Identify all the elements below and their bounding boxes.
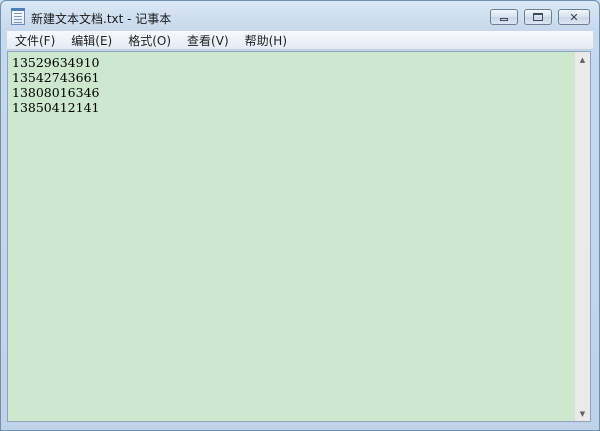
minimize-button[interactable] — [490, 9, 518, 25]
notepad-icon[interactable] — [11, 8, 25, 25]
text-line: 13542743661 — [12, 70, 100, 85]
arrow-up-icon: ▲ — [579, 55, 586, 64]
arrow-down-icon: ▼ — [579, 409, 586, 418]
menu-edit[interactable]: 编辑(E) — [63, 32, 120, 49]
title-bar[interactable]: 新建文本文档.txt - 记事本 ✕ — [1, 1, 599, 31]
text-line: 13808016346 — [12, 85, 100, 100]
menu-format[interactable]: 格式(O) — [120, 32, 179, 49]
menu-bar: 文件(F) 编辑(E) 格式(O) 查看(V) 帮助(H) — [7, 31, 593, 50]
close-icon: ✕ — [569, 10, 579, 24]
close-button[interactable]: ✕ — [558, 9, 590, 25]
text-line: 13529634910 — [12, 55, 100, 70]
scroll-down-button[interactable]: ▼ — [575, 406, 590, 421]
notepad-window: 新建文本文档.txt - 记事本 ✕ 文件(F) 编辑(E) 格式(O) 查看(… — [0, 0, 600, 431]
window-title: 新建文本文档.txt - 记事本 — [31, 12, 172, 26]
scroll-up-button[interactable]: ▲ — [575, 52, 590, 67]
maximize-icon — [533, 13, 543, 21]
editor-pane: 13529634910 13542743661 13808016346 1385041… — [7, 51, 591, 422]
minimize-icon — [500, 18, 508, 21]
vertical-scrollbar[interactable]: ▲ ▼ — [574, 52, 590, 421]
window-controls: ✕ — [490, 9, 590, 25]
menu-help[interactable]: 帮助(H) — [237, 32, 295, 49]
menu-file[interactable]: 文件(F) — [7, 32, 63, 49]
maximize-button[interactable] — [524, 9, 552, 25]
text-line: 13850412141 — [12, 100, 100, 115]
text-area[interactable]: 13529634910 13542743661 13808016346 1385041… — [8, 52, 575, 421]
menu-view[interactable]: 查看(V) — [179, 32, 237, 49]
